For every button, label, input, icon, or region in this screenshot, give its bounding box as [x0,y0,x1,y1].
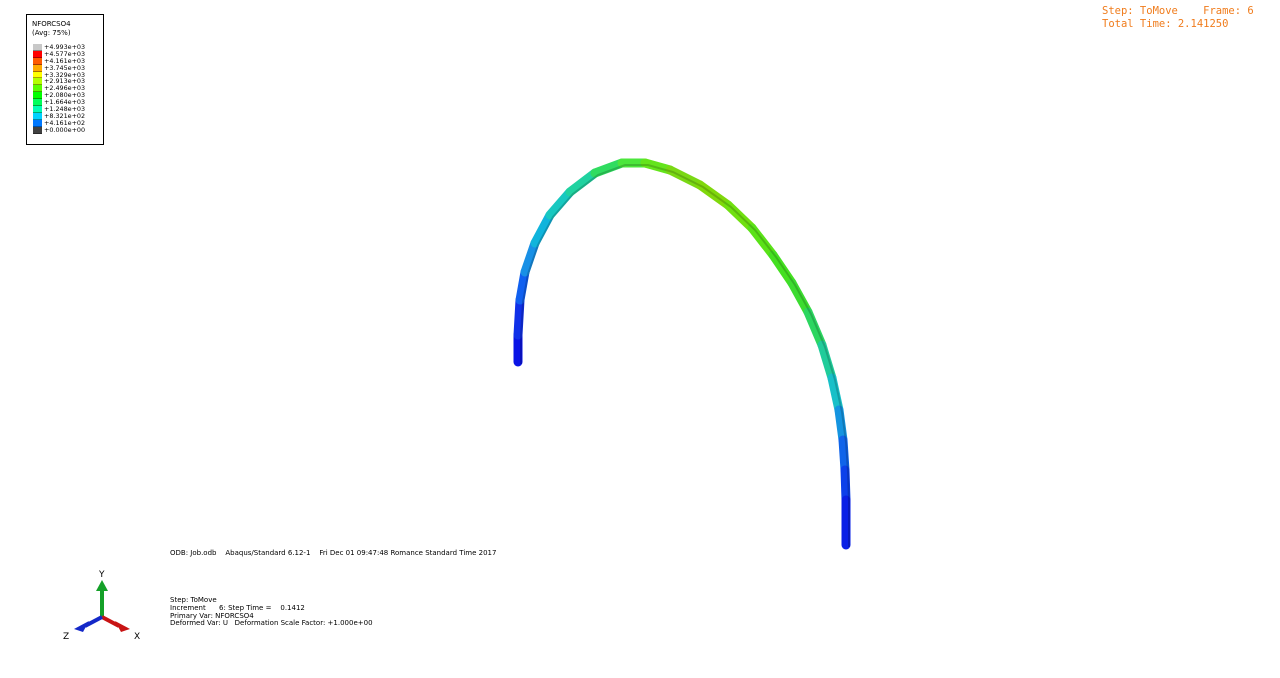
legend-swatch [33,119,42,127]
deformed-arch-model[interactable] [0,0,1280,678]
legend-swatch [33,112,42,120]
state-info-block: Step: ToMove Increment 6: Step Time = 0.1… [170,596,373,628]
step-frame-info: Step: ToMove Frame: 6 Total Time: 2.14125… [1102,5,1254,31]
x-axis-line [101,615,120,628]
triad-y-label: Y [98,570,105,580]
arch-shade-edge [520,164,850,547]
triad-x-label: X [134,632,140,642]
legend-averaging: (Avg: 75%) [32,29,71,37]
total-time-line: Total Time: 2.141250 [1102,18,1229,30]
legend-swatch [33,50,42,58]
legend-swatch [33,64,42,72]
contour-legend[interactable]: NFORCSO4 (Avg: 75%) +4.993e+03 +4.577e+03… [26,14,104,145]
arch-element-segment [838,435,850,475]
legend-swatch [33,106,42,113]
arch-element-segment [787,278,813,317]
legend-swatch-below [33,126,42,134]
legend-value-labels: +4.993e+03 +4.577e+03 +4.161e+03 +3.745e+03… [44,44,85,134]
legend-value-label: +0.000e+00 [44,125,86,134]
legend-swatch [33,99,42,107]
legend-swatch [33,78,42,86]
arch-element-segment [513,295,525,340]
legend-swatch [33,57,42,65]
legend-swatch [33,85,42,93]
arch-element-segment [817,340,837,383]
arch-element-segment [545,187,575,220]
arch-element-segment [803,307,827,350]
info-deformed-var: Deformed Var: U Deformation Scale Factor… [170,619,373,628]
legend-color-bar [33,44,42,134]
legend-swatch [33,71,42,79]
y-axis-arrow-icon [96,580,108,591]
arch-element-segment [530,210,555,248]
arch-contour-segments [513,158,851,550]
triad-z-label: Z [63,632,69,642]
legend-swatch [33,44,42,51]
legend-title: NFORCSO4 [32,20,71,28]
arch-element-segment [768,250,797,288]
z-axis-line [84,615,103,628]
step-frame-line: Step: ToMove Frame: 6 [1102,5,1254,17]
arch-element-segment [565,168,600,197]
viewport[interactable]: NFORCSO4 (Avg: 75%) +4.993e+03 +4.577e+03… [0,0,1280,678]
arch-element-segment [840,465,851,505]
legend-swatch [33,92,42,100]
odb-title-block: ODB: Job.odb Abaqus/Standard 6.12-1 Fri … [170,549,497,557]
view-triad: Y X Z [63,570,140,642]
arch-element-segment [747,223,778,260]
